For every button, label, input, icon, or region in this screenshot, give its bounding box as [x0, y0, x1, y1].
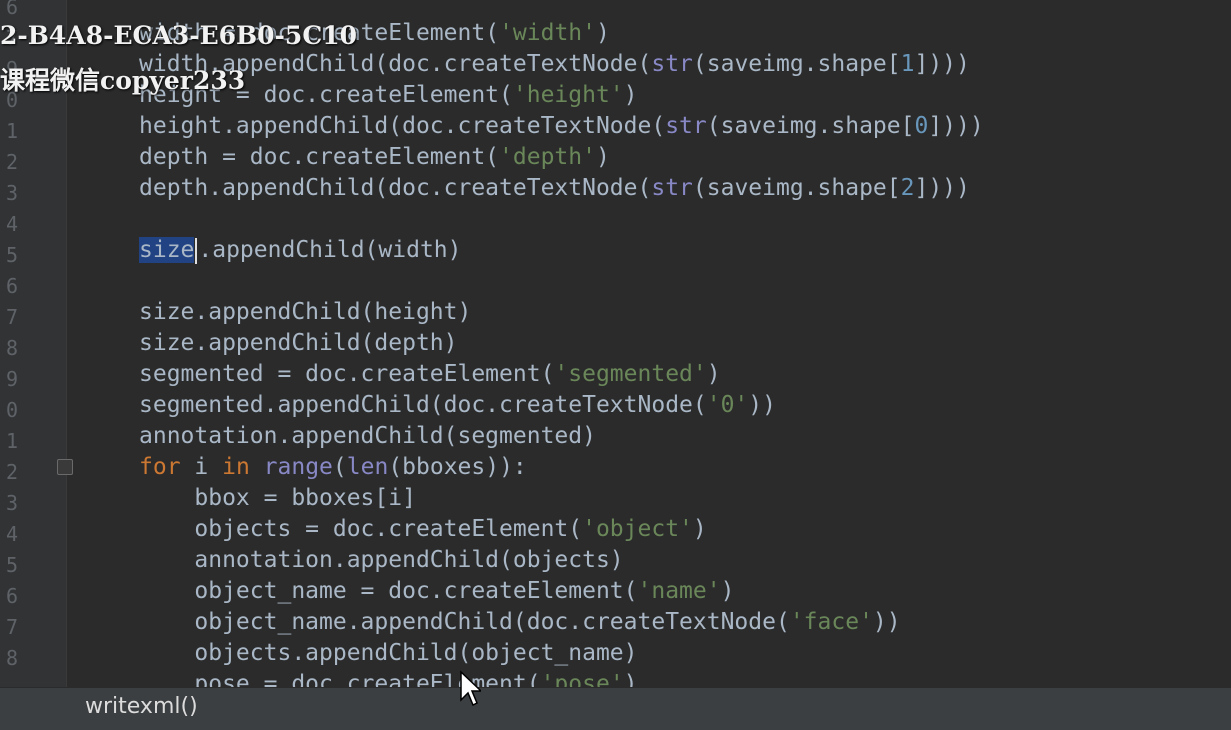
code-line[interactable]: annotation.appendChild(objects)	[139, 545, 624, 576]
code-token: )	[595, 144, 610, 170]
code-line[interactable]: depth.appendChild(doc.createTextNode(str…	[139, 173, 970, 204]
code-token: height.appendChild(doc.createTextNode(	[139, 113, 666, 139]
code-token: ])))	[914, 51, 970, 77]
code-token: .appendChild(width)	[198, 237, 462, 263]
code-line[interactable]: for i in range(len(bboxes)):	[139, 452, 527, 483]
mouse-pointer-icon	[460, 670, 481, 707]
code-token: object_name.appendChild(doc.createTextNo…	[139, 609, 790, 635]
code-token: 2	[900, 175, 915, 201]
code-token: )	[692, 516, 707, 542]
code-area[interactable]: width = doc.createElement('width') width.…	[0, 0, 1231, 697]
code-token: )	[596, 20, 610, 46]
code-token: 'segmented'	[554, 361, 707, 387]
code-token: i	[180, 454, 223, 480]
code-token: 1	[900, 51, 915, 77]
code-token: )	[706, 361, 721, 387]
code-line[interactable]: height.appendChild(doc.createTextNode(st…	[139, 111, 984, 142]
code-token: objects.appendChild(object_name)	[139, 640, 638, 666]
code-line[interactable]: object_name = doc.createElement('name')	[139, 576, 734, 607]
code-token: 'face'	[789, 609, 873, 635]
code-token: str	[651, 175, 693, 201]
code-line[interactable]: bbox = bboxes[i]	[139, 483, 416, 514]
code-token: bbox = bboxes[i]	[139, 485, 416, 511]
status-bar: writexml()	[0, 687, 1231, 730]
code-token: size.appendChild(depth)	[139, 330, 458, 356]
code-token: size.appendChild(height)	[139, 299, 472, 325]
code-line[interactable]: width.appendChild(doc.createTextNode(str…	[139, 49, 970, 80]
code-line[interactable]: object_name.appendChild(doc.createTextNo…	[139, 607, 901, 638]
code-token: depth.appendChild(doc.createTextNode(	[139, 175, 652, 201]
code-token: segmented.appendChild(doc.createTextNode…	[139, 392, 707, 418]
code-line[interactable]: objects = doc.createElement('object')	[139, 514, 707, 545]
code-line[interactable]: segmented.appendChild(doc.createTextNode…	[139, 390, 776, 421]
code-token: 'name'	[637, 578, 721, 604]
code-token: len	[346, 454, 389, 480]
code-token: annotation.appendChild(objects)	[139, 547, 624, 573]
selected-token: size	[139, 237, 195, 263]
code-token: 'height'	[512, 82, 624, 108]
code-token: 'width'	[499, 20, 596, 46]
code-token: (saveimg.shape[	[706, 113, 915, 139]
code-line[interactable]: annotation.appendChild(segmented)	[139, 421, 596, 452]
code-token: in	[222, 454, 250, 480]
code-token: ])))	[928, 113, 984, 139]
code-token: (	[332, 454, 347, 480]
code-token: (bboxes)):	[388, 454, 527, 480]
code-line[interactable]: segmented = doc.createElement('segmented…	[139, 359, 721, 390]
code-token: str	[651, 51, 693, 77]
code-token: object_name = doc.createElement(	[139, 578, 638, 604]
code-token: )	[623, 82, 638, 108]
code-token: segmented = doc.createElement(	[139, 361, 555, 387]
watermark-id: 2-B4A8-ECA3-E6B0-5C10	[0, 21, 358, 50]
code-token: objects = doc.createElement(	[139, 516, 583, 542]
code-line[interactable]: objects.appendChild(object_name)	[139, 638, 638, 669]
code-token: ])))	[914, 175, 970, 201]
code-token: (saveimg.shape[	[692, 175, 901, 201]
code-token: 'object'	[582, 516, 693, 542]
code-token: (saveimg.shape[	[692, 51, 901, 77]
code-line[interactable]: size.appendChild(height)	[139, 297, 471, 328]
code-token: )	[720, 578, 735, 604]
code-token: depth = doc.createElement(	[139, 144, 500, 170]
function-hint: writexml()	[85, 694, 198, 719]
code-token: str	[665, 113, 707, 139]
code-token: for	[139, 454, 181, 480]
code-token: '0'	[706, 392, 749, 418]
code-line[interactable]: size .appendChild(width)	[139, 235, 462, 266]
code-token: ))	[748, 392, 776, 418]
code-line[interactable]: size.appendChild(depth)	[139, 328, 458, 359]
code-token: range	[263, 454, 333, 480]
code-line[interactable]: depth = doc.createElement('depth')	[139, 142, 610, 173]
code-token: ))	[872, 609, 901, 635]
code-token: 0	[914, 113, 929, 139]
code-token: 'depth'	[499, 144, 596, 170]
code-token: annotation.appendChild(segmented)	[139, 423, 596, 449]
watermark-wechat: 课程微信copyer233	[0, 66, 246, 95]
code-editor[interactable]: 6790123456789012345678 width = doc.creat…	[0, 0, 1231, 730]
